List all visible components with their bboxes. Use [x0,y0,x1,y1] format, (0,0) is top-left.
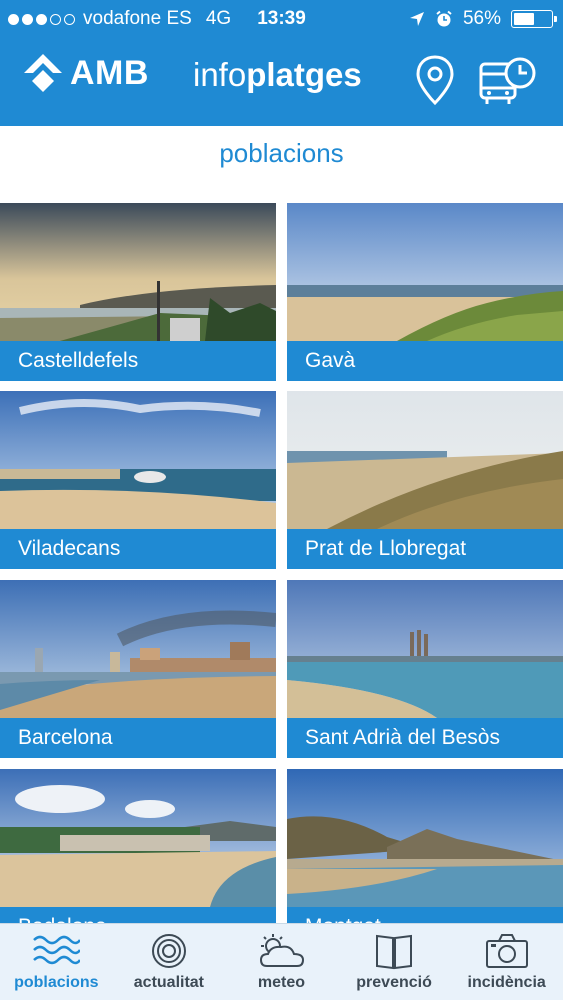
town-card-viladecans[interactable]: Viladecans [0,391,276,569]
alarm-clock-icon [436,10,452,27]
montgat-photo [287,769,563,907]
town-label: Castelldefels [0,341,276,381]
badalona-photo [0,769,276,907]
battery-percent: 56% [462,8,501,29]
tab-incidencia[interactable]: incidència [450,924,563,1000]
towns-grid: Castelldefels Gavà Viladecans Prat de Ll… [0,203,563,923]
town-card-castelldefels[interactable]: Castelldefels [0,203,276,381]
target-icon [151,934,186,968]
sant-adria-del-besos-photo [287,580,563,718]
status-bar: vodafone ES 4G 13:39 56% [0,0,563,38]
app-title: infoplatges [193,56,362,94]
amb-logo-mark-icon [24,54,62,92]
prat-de-llobregat-photo [287,391,563,529]
town-label: Prat de Llobregat [287,529,563,569]
camera-icon [485,934,528,968]
town-label: Montgat [287,907,563,923]
location-arrow-icon [409,12,424,26]
tab-prevencio[interactable]: prevenció [338,924,451,1000]
tab-bar: poblacions actualitat meteo prevenció in… [0,923,563,1000]
bus-schedule-icon[interactable] [478,56,538,106]
town-card-prat-de-llobregat[interactable]: Prat de Llobregat [287,391,563,569]
town-label: Badalona [0,907,276,923]
town-card-montgat[interactable]: Montgat [287,769,563,923]
tab-actualitat[interactable]: actualitat [113,924,226,1000]
app-title-light: info [193,56,247,93]
barcelona-photo [0,580,276,718]
tab-label: incidència [467,974,546,991]
app-header: vodafone ES 4G 13:39 56% AMB infoplatges [0,0,563,126]
book-icon [376,934,413,970]
tab-label: meteo [257,974,306,991]
tab-label: actualitat [133,974,205,991]
section-title: poblacions [219,138,344,168]
town-card-badalona[interactable]: Badalona [0,769,276,923]
town-label: Viladecans [0,529,276,569]
castelldefels-photo [0,203,276,341]
sun-cloud-icon [260,934,305,967]
town-card-gava[interactable]: Gavà [287,203,563,381]
tab-meteo[interactable]: meteo [225,924,338,1000]
town-label: Barcelona [0,718,276,758]
gava-photo [287,203,563,341]
tab-label: prevenció [356,974,432,991]
amb-logo: AMB [22,52,149,94]
town-card-sant-adria-del-besos[interactable]: Sant Adrià del Besòs [287,580,563,758]
app-title-bold: platges [246,56,362,93]
tab-label: poblacions [14,974,99,991]
tab-poblacions[interactable]: poblacions [0,924,113,1000]
waves-icon [33,935,81,965]
location-pin-icon[interactable] [414,54,456,106]
town-label: Gavà [287,341,563,381]
battery-icon [511,10,557,28]
town-card-barcelona[interactable]: Barcelona [0,580,276,758]
viladecans-photo [0,391,276,529]
town-label: Sant Adrià del Besòs [287,718,563,758]
brand-name: AMB [70,53,149,92]
